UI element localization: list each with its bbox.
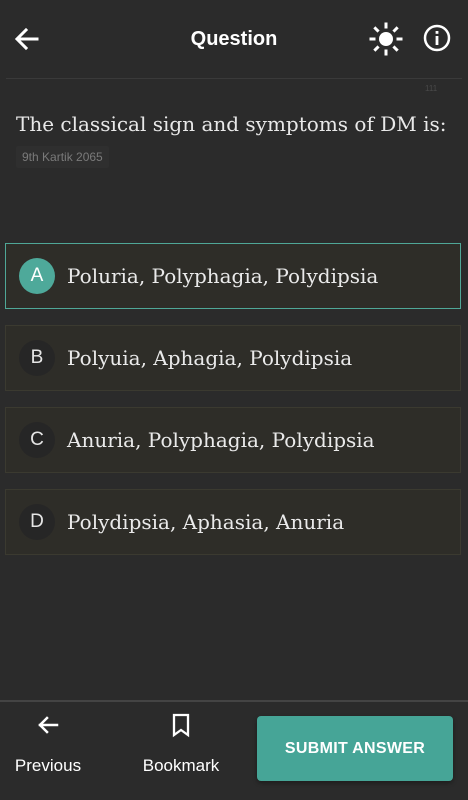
option-letter-badge: C bbox=[19, 422, 55, 458]
option-text: Polydipsia, Aphasia, Anuria bbox=[67, 510, 345, 534]
question-source-tag: 9th Kartik 2065 bbox=[16, 146, 109, 168]
theme-toggle-button[interactable] bbox=[369, 22, 403, 56]
option-d[interactable]: D Polydipsia, Aphasia, Anuria bbox=[5, 489, 461, 555]
question-text: The classical sign and symptoms of DM is… bbox=[16, 112, 447, 136]
previous-label: Previous bbox=[14, 756, 82, 775]
option-text: Poluria, Polyphagia, Polydipsia bbox=[67, 264, 379, 288]
app-header: Question bbox=[0, 0, 468, 78]
option-letter-badge: A bbox=[19, 258, 55, 294]
faint-mark: 111 bbox=[425, 84, 438, 93]
submit-answer-button[interactable]: SUBMIT ANSWER bbox=[257, 716, 453, 781]
option-letter-badge: B bbox=[19, 340, 55, 376]
bookmark-icon bbox=[172, 713, 190, 738]
option-b[interactable]: B Polyuia, Aphagia, Polydipsia bbox=[5, 325, 461, 391]
bookmark-label: Bookmark bbox=[142, 756, 220, 775]
arrow-left-icon bbox=[14, 27, 39, 51]
arrow-left-icon bbox=[38, 716, 59, 734]
option-text: Polyuia, Aphagia, Polydipsia bbox=[67, 346, 353, 370]
option-letter-badge: D bbox=[19, 504, 55, 540]
sun-icon bbox=[369, 22, 403, 56]
back-button[interactable] bbox=[12, 24, 42, 54]
option-c[interactable]: C Anuria, Polyphagia, Polydipsia bbox=[5, 407, 461, 473]
option-text: Anuria, Polyphagia, Polydipsia bbox=[67, 428, 375, 452]
previous-button[interactable]: Previous bbox=[0, 702, 103, 800]
bookmark-button[interactable]: Bookmark bbox=[126, 702, 236, 800]
info-button[interactable] bbox=[421, 22, 453, 54]
header-divider bbox=[6, 78, 462, 79]
info-icon bbox=[423, 24, 451, 52]
option-a[interactable]: A Poluria, Polyphagia, Polydipsia bbox=[5, 243, 461, 309]
bottom-action-bar: Previous Bookmark SUBMIT ANSWER bbox=[0, 700, 468, 800]
